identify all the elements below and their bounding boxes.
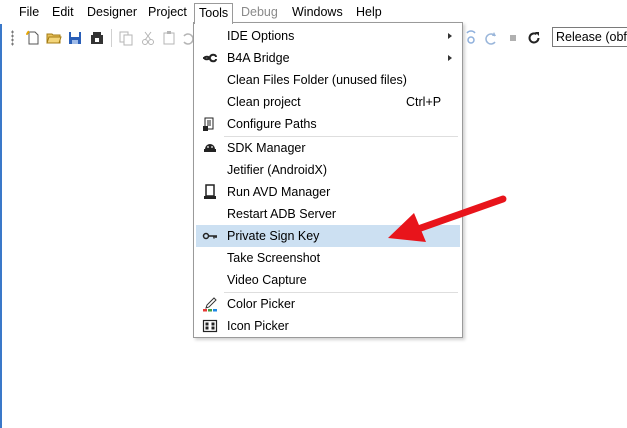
new-file-icon[interactable] (25, 30, 41, 46)
tools-menu: IDE Options B4A Bridge Clean Files Folde… (193, 22, 463, 338)
icon-picker-icon (202, 319, 218, 333)
menu-item-label: Color Picker (227, 297, 296, 311)
menu-tools[interactable]: Tools (194, 3, 234, 24)
menu-bar: File Edit Designer Project Tools Debug W… (0, 0, 627, 24)
red-arrow-annotation (388, 195, 507, 242)
step-icon[interactable] (463, 30, 479, 46)
menu-item-take-screenshot[interactable]: Take Screenshot (196, 247, 460, 269)
menu-item-label: Restart ADB Server (227, 207, 337, 221)
open-folder-icon[interactable] (46, 30, 62, 46)
menu-item-sdk-manager[interactable]: SDK Manager (196, 137, 460, 159)
menu-item-label: B4A Bridge (227, 51, 290, 65)
menu-item-video-capture[interactable]: Video Capture (196, 269, 460, 291)
submenu-arrow-icon (448, 33, 452, 39)
undo-icon[interactable] (180, 30, 193, 46)
stop-icon[interactable] (505, 30, 521, 46)
menu-item-label: IDE Options (227, 29, 295, 43)
paste-icon[interactable] (161, 30, 177, 46)
restart-icon[interactable] (526, 30, 542, 46)
menu-edit[interactable]: Edit (48, 3, 78, 21)
avd-manager-icon (204, 184, 216, 199)
bridge-icon (203, 53, 217, 63)
menu-item-configure-paths[interactable]: Configure Paths (196, 113, 460, 135)
sdk-manager-icon (204, 144, 216, 152)
menu-item-label: SDK Manager (227, 141, 306, 155)
menu-help[interactable]: Help (352, 3, 386, 21)
save-icon[interactable] (67, 30, 83, 46)
toolbar-grip[interactable] (11, 30, 14, 46)
menu-item-label: Jetifier (AndroidX) (227, 163, 328, 177)
menu-item-clean-files-folder[interactable]: Clean Files Folder (unused files) (196, 69, 460, 91)
window-left-edge (0, 0, 2, 428)
copy-icon[interactable] (118, 30, 134, 46)
menu-item-label: Take Screenshot (227, 251, 321, 265)
menu-item-ide-options[interactable]: IDE Options (196, 25, 460, 47)
toolbar-separator (111, 29, 112, 47)
menu-file[interactable]: File (15, 3, 43, 21)
menu-item-icon-picker[interactable]: Icon Picker (196, 315, 460, 337)
menu-item-clean-project[interactable]: Clean project Ctrl+P (196, 91, 460, 113)
color-picker-icon (203, 297, 217, 312)
menu-designer[interactable]: Designer (83, 3, 141, 21)
save-all-icon[interactable] (89, 30, 105, 46)
redo-icon[interactable] (483, 30, 499, 46)
menu-item-jetifier[interactable]: Jetifier (AndroidX) (196, 159, 460, 181)
menu-item-b4a-bridge[interactable]: B4A Bridge (196, 47, 460, 69)
menu-windows[interactable]: Windows (288, 3, 347, 21)
menu-item-label: Clean Files Folder (unused files) (227, 73, 407, 87)
menu-debug[interactable]: Debug (237, 3, 282, 21)
menu-item-label: Icon Picker (227, 319, 289, 333)
menu-item-label: Video Capture (227, 273, 307, 287)
shortcut-label: Ctrl+P (406, 95, 442, 109)
menu-item-label: Run AVD Manager (227, 185, 331, 199)
submenu-arrow-icon (448, 55, 452, 61)
menu-item-label: Configure Paths (227, 117, 317, 131)
menu-project[interactable]: Project (144, 3, 191, 21)
cut-icon[interactable] (140, 30, 156, 46)
menu-item-label: Clean project (227, 95, 301, 109)
build-config-select[interactable]: Release (obfu (552, 27, 627, 47)
key-icon (202, 232, 217, 240)
menu-item-color-picker[interactable]: Color Picker (196, 293, 460, 315)
configure-paths-icon (203, 117, 214, 131)
menu-item-label: Private Sign Key (227, 229, 320, 243)
